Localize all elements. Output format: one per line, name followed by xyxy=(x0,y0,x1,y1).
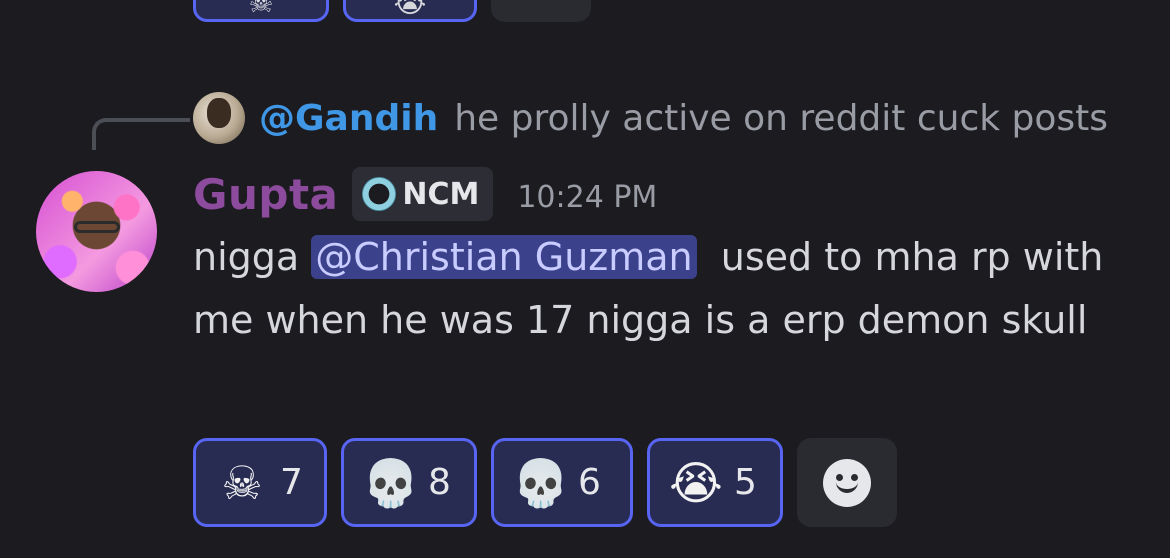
message-text-before: nigga xyxy=(193,235,312,279)
message-content: nigga @Christian Guzman used to mha rp w… xyxy=(193,226,1143,352)
reaction-count: 7 xyxy=(280,462,303,503)
reaction-chip[interactable]: 💀 6 xyxy=(491,438,633,527)
add-reaction-button[interactable] xyxy=(797,438,897,527)
reply-author[interactable]: @Gandih xyxy=(259,98,438,139)
reaction-chip[interactable]: 💀 8 xyxy=(341,438,477,527)
moon-icon xyxy=(362,177,397,211)
add-reaction-button[interactable] xyxy=(491,0,591,22)
reaction-bar: ☠ 7 💀 8 💀 6 😭 5 xyxy=(193,438,897,527)
ghost-skull-icon: 💀 xyxy=(512,455,570,510)
skull-crossbones-icon: ☠ xyxy=(248,0,274,19)
loudly-crying-face-icon: 😭 xyxy=(393,0,427,19)
reply-avatar[interactable] xyxy=(193,92,245,144)
avatar[interactable] xyxy=(36,171,157,292)
previous-message-reactions: ☠ 😭 xyxy=(193,0,591,22)
reaction-count: 6 xyxy=(578,462,601,503)
user-mention[interactable]: @Christian Guzman xyxy=(311,235,697,279)
reply-text[interactable]: he prolly active on reddit cuck posts xyxy=(454,98,1108,139)
timestamp: 10:24 PM xyxy=(517,179,658,215)
message-header: Gupta NCM 10:24 PM xyxy=(193,166,657,222)
chat-view: ☠ 😭 @Gandih he prolly active on reddit c… xyxy=(0,0,1170,558)
reaction-chip[interactable]: ☠ 7 xyxy=(193,438,327,527)
reaction-count: 5 xyxy=(734,462,757,503)
reply-connector xyxy=(92,118,190,150)
reaction-count: 8 xyxy=(428,462,451,503)
reaction-chip[interactable]: 😭 5 xyxy=(647,438,783,527)
reply-preview[interactable]: @Gandih he prolly active on reddit cuck … xyxy=(193,90,1108,146)
skull-icon: 💀 xyxy=(362,455,420,510)
smiley-icon xyxy=(823,458,871,507)
reaction-chip[interactable]: ☠ xyxy=(193,0,329,22)
skull-crossbones-icon: ☠ xyxy=(221,455,263,510)
loudly-crying-face-icon: 😭 xyxy=(669,455,723,510)
avatar-glasses xyxy=(74,221,120,233)
server-tag-label: NCM xyxy=(402,176,480,212)
reaction-chip[interactable]: 😭 xyxy=(343,0,477,22)
username[interactable]: Gupta xyxy=(193,170,338,219)
server-tag[interactable]: NCM xyxy=(352,167,494,221)
